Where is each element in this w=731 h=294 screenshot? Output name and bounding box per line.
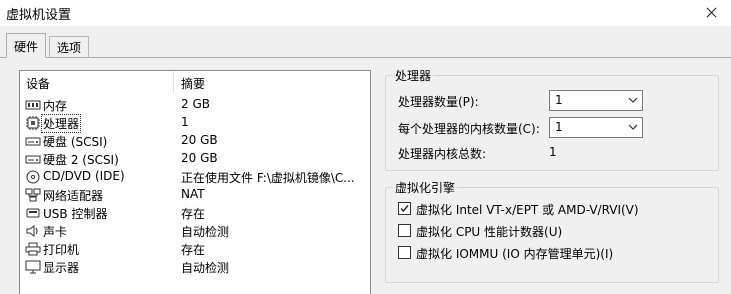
group-title: 处理器 (393, 67, 434, 84)
title-bar: 虚拟机设置 (0, 0, 731, 26)
device-name: 声卡 (43, 225, 68, 239)
window-title: 虚拟机设置 (6, 8, 72, 23)
device-summary: 自动检测 (181, 225, 230, 239)
hard-disk-icon (25, 155, 41, 164)
device-row-hard-disk-2[interactable]: 硬盘 2 (SCSI) 20 GB (20, 150, 370, 168)
device-row-network-adapter[interactable]: 网络适配器 NAT (20, 186, 370, 204)
checkbox-label: 虚拟化 IOMMU (IO 内存管理单元)(I) (416, 247, 614, 261)
device-summary: 20 GB (181, 151, 218, 165)
hard-disk-icon (25, 137, 41, 146)
checkbox[interactable] (398, 202, 411, 215)
virtualize-cpu-counters-checkbox[interactable]: 虚拟化 CPU 性能计数器(U) (398, 222, 708, 240)
device-summary: 20 GB (181, 133, 218, 147)
device-name: 硬盘 (SCSI) (43, 135, 108, 149)
column-header-device[interactable]: 设备 (26, 75, 50, 92)
device-row-cd-dvd[interactable]: CD/DVD (IDE) 正在使用文件 F:\虚拟机镜像\C... (20, 168, 370, 186)
device-row-sound-card[interactable]: 声卡 自动检测 (20, 222, 370, 240)
device-summary: 存在 (181, 207, 206, 221)
device-summary: 正在使用文件 F:\虚拟机镜像\C... (181, 171, 355, 185)
checkbox-label: 虚拟化 Intel VT-x/EPT 或 AMD-V/RVI(V) (416, 203, 639, 217)
tab-options[interactable]: 选项 (49, 36, 89, 57)
virtualization-engine-group: 虚拟化引擎 虚拟化 Intel VT-x/EPT 或 AMD-V/RVI(V) … (385, 179, 719, 283)
device-name: 打印机 (43, 243, 80, 257)
device-name: USB 控制器 (43, 207, 108, 221)
sound-card-icon (26, 225, 38, 237)
device-row-printer[interactable]: 打印机 存在 (20, 240, 370, 258)
tab-strip: 硬件 选项 (0, 26, 731, 58)
total-cores-label: 处理器内核总数: (398, 147, 487, 161)
list-header: 设备 摘要 (20, 71, 370, 93)
checkbox[interactable] (398, 224, 411, 237)
memory-icon (25, 100, 41, 110)
cd-dvd-icon (26, 170, 40, 184)
chevron-down-icon (628, 124, 638, 130)
device-name: CD/DVD (IDE) (43, 169, 125, 183)
device-row-display[interactable]: 显示器 自动检测 (20, 258, 370, 276)
checkbox[interactable] (398, 246, 411, 259)
close-icon[interactable] (700, 4, 724, 22)
selected-value: 1 (555, 93, 563, 107)
display-icon (25, 260, 41, 274)
device-summary: 存在 (181, 243, 206, 257)
processor-group: 处理器 处理器数量(P): 1 每个处理器的内核数量(C): 1 处理器内核总数… (385, 67, 719, 171)
device-row-hard-disk[interactable]: 硬盘 (SCSI) 20 GB (20, 132, 370, 150)
printer-icon (25, 242, 41, 256)
group-title: 虚拟化引擎 (393, 179, 458, 196)
device-row-processor[interactable]: 处理器 1 (20, 114, 370, 133)
device-row-usb-controller[interactable]: USB 控制器 存在 (20, 204, 370, 222)
cores-per-processor-select[interactable]: 1 (549, 117, 643, 138)
device-summary: NAT (181, 187, 205, 201)
device-row-memory[interactable]: 内存 2 GB (20, 96, 370, 114)
usb-icon (26, 208, 40, 218)
check-icon (400, 205, 409, 213)
chevron-down-icon (628, 97, 638, 103)
settings-panel: 设备 摘要 内存 2 GB 处理器 1 硬盘 (SCSI) 20 GB 硬盘 2… (0, 57, 731, 294)
selected-value: 1 (555, 120, 563, 134)
column-divider[interactable] (173, 71, 174, 93)
total-cores-value: 1 (549, 145, 557, 159)
column-header-summary[interactable]: 摘要 (181, 75, 205, 92)
device-summary: 2 GB (181, 97, 210, 111)
device-name: 硬盘 2 (SCSI) (43, 153, 119, 167)
device-summary: 1 (181, 115, 189, 129)
device-summary: 自动检测 (181, 261, 230, 275)
virtualize-iommu-checkbox[interactable]: 虚拟化 IOMMU (IO 内存管理单元)(I) (398, 244, 708, 262)
device-list[interactable]: 设备 摘要 内存 2 GB 处理器 1 硬盘 (SCSI) 20 GB 硬盘 2… (19, 70, 371, 294)
tab-hardware[interactable]: 硬件 (6, 33, 46, 58)
device-name: 内存 (43, 99, 68, 113)
device-name: 网络适配器 (43, 189, 104, 203)
virtualize-vtx-checkbox[interactable]: 虚拟化 Intel VT-x/EPT 或 AMD-V/RVI(V) (398, 200, 708, 218)
processor-count-select[interactable]: 1 (549, 90, 643, 111)
processor-count-label: 处理器数量(P): (398, 95, 479, 109)
checkbox-label: 虚拟化 CPU 性能计数器(U) (416, 225, 563, 239)
device-name: 处理器 (40, 114, 82, 133)
device-name: 显示器 (43, 261, 80, 275)
cpu-icon (26, 116, 40, 130)
cores-per-processor-label: 每个处理器的内核数量(C): (398, 122, 540, 136)
network-adapter-icon (25, 188, 41, 202)
